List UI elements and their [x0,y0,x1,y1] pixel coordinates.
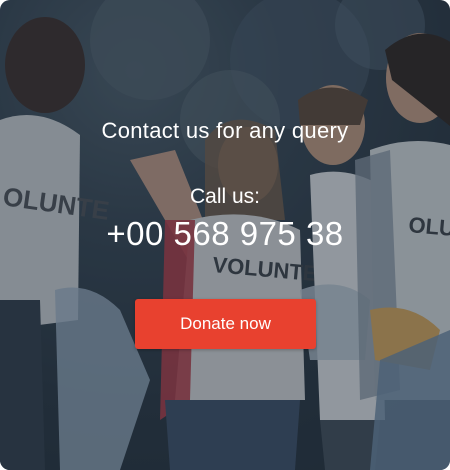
contact-headline: Contact us for any query [101,118,349,143]
phone-number[interactable]: +00 568 975 38 [0,215,450,253]
contact-card: OLUNTE VOLUNTE OLUN Contact us for any q… [0,0,450,470]
contact-content: Contact us for any query Call us: +00 56… [0,0,450,470]
call-us-label: Call us: [189,185,261,208]
donate-now-button[interactable]: Donate now [135,299,316,349]
